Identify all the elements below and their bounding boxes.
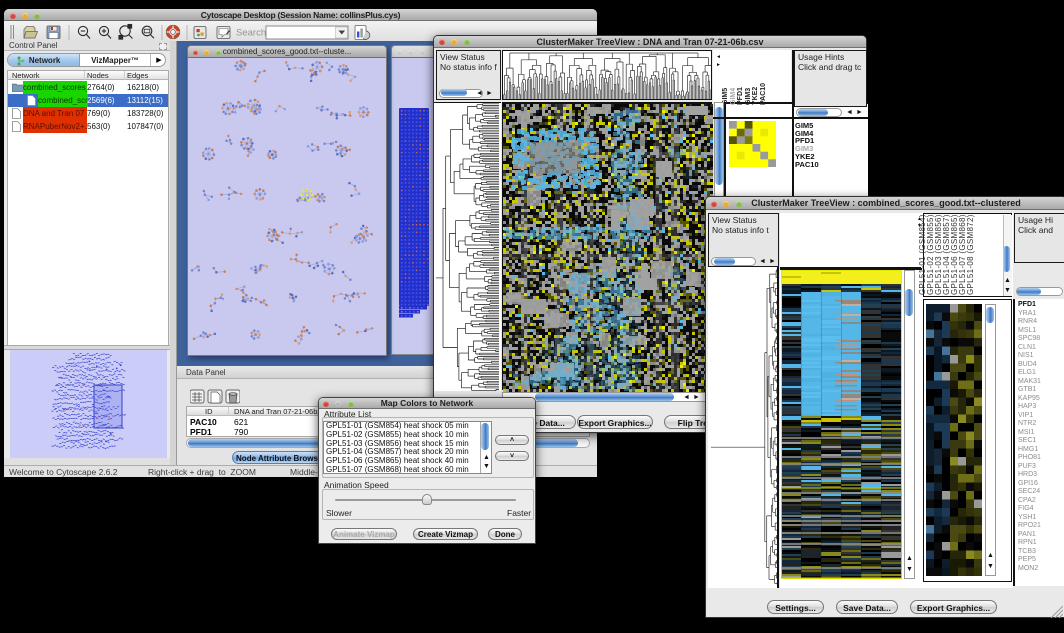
svg-text:Search:: Search: <box>236 28 269 39</box>
